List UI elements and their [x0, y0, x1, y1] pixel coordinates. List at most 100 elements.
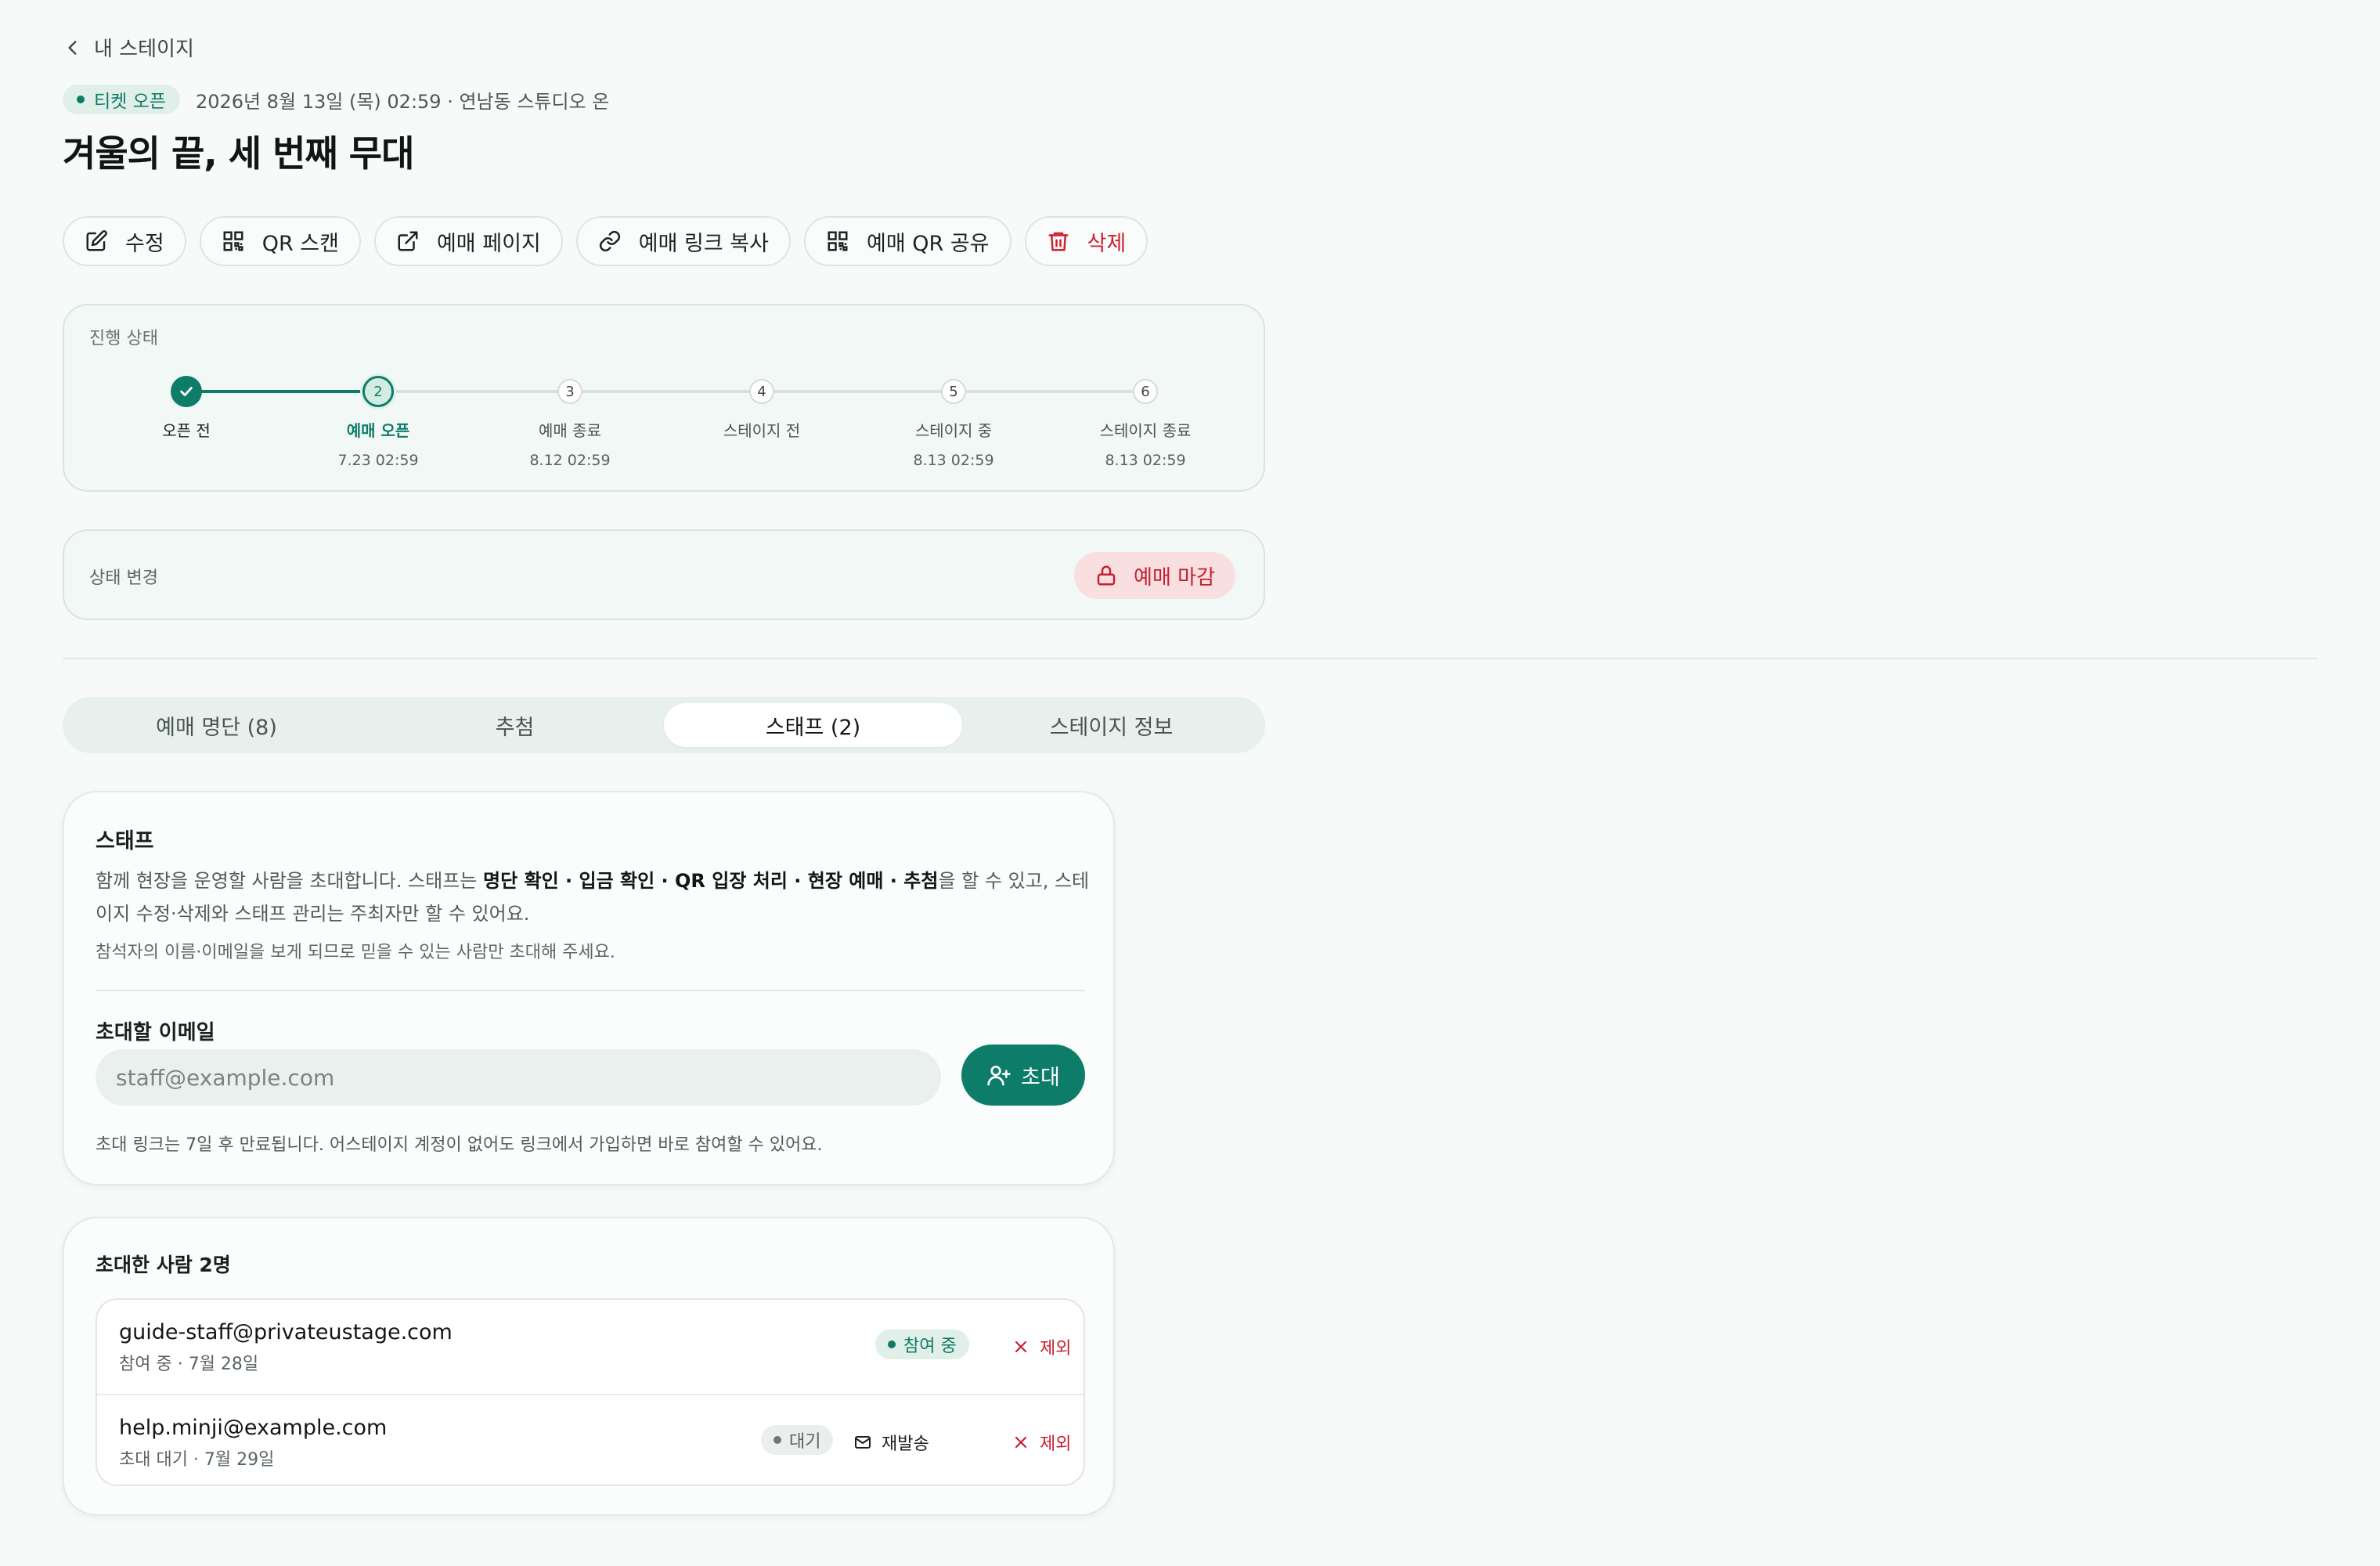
copy-link-button[interactable]: 예매 링크 복사: [575, 216, 791, 266]
step-name: 예매 종료: [539, 421, 601, 440]
tab-stage-info[interactable]: 스테이지 정보: [962, 703, 1260, 747]
share-qr-button-label: 예매 QR 공유: [866, 231, 990, 256]
progress-step: 오픈 전: [108, 376, 265, 441]
invitee-email: guide-staff@privateustage.com: [119, 1320, 453, 1344]
step-date: 8.13 02:59: [913, 452, 994, 469]
close-icon: [1015, 1436, 1027, 1449]
progress-label: 진행 상태: [89, 329, 158, 348]
tab-booking-list[interactable]: 예매 명단 (8): [67, 703, 366, 747]
check-icon: [171, 376, 202, 407]
status-badge: 참여 중: [875, 1330, 969, 1359]
tab-lottery[interactable]: 추첨: [366, 703, 664, 747]
progress-step: 5 스테이지 중 8.13 02:59: [875, 379, 1032, 469]
edit-button[interactable]: 수정: [63, 216, 186, 266]
action-toolbar: 수정 QR 스캔 예매 페이지 예매 링크 복사 예매 QR 공유 삭제: [63, 216, 1149, 266]
resend-button[interactable]: 재발송: [853, 1430, 929, 1455]
booking-page-button[interactable]: 예매 페이지: [373, 216, 563, 266]
invited-people-card: 초대한 사람 2명 guide-staff@privateustage.com …: [63, 1217, 1115, 1516]
list-item: guide-staff@privateustage.com 참여 중 · 7월 …: [97, 1300, 1084, 1392]
edit-button-label: 수정: [125, 231, 164, 256]
invited-list: guide-staff@privateustage.com 참여 중 · 7월 …: [96, 1298, 1085, 1486]
remove-button[interactable]: 제외: [1012, 1334, 1071, 1359]
status-dot: [888, 1340, 896, 1348]
qr-code-icon: [223, 231, 243, 251]
page-title: 겨울의 끝, 세 번째 무대: [63, 132, 414, 175]
delete-button[interactable]: 삭제: [1024, 216, 1149, 266]
step-name: 스테이지 전: [723, 421, 801, 440]
expire-note: 초대 링크는 7일 후 만료됩니다. 어스테이지 계정이 없어도 링크에서 가입…: [96, 1135, 823, 1155]
email-field[interactable]: [96, 1049, 941, 1106]
close-icon: [1015, 1340, 1027, 1353]
invited-count-title: 초대한 사람 2명: [96, 1254, 231, 1276]
remove-button[interactable]: 제외: [1012, 1430, 1071, 1455]
invitee-email: help.minji@example.com: [119, 1416, 388, 1440]
step-name: 오픈 전: [162, 421, 211, 440]
qr-code-icon: [828, 231, 848, 251]
copy-link-button-label: 예매 링크 복사: [638, 231, 769, 256]
back-link[interactable]: 내 스테이지: [63, 33, 194, 62]
status-badge: 대기: [761, 1425, 834, 1455]
list-item: help.minji@example.com 초대 대기 · 7월 29일 대기…: [97, 1394, 1084, 1485]
status-dot: [77, 96, 85, 103]
remove-button-label: 제외: [1040, 1339, 1072, 1359]
staff-permissions: 명단 확인 · 입금 확인 · QR 입장 처리 · 현장 예매 · 추첨: [483, 870, 939, 892]
staff-invite-card: 스태프 함께 현장을 운영할 사람을 초대합니다. 스태프는 명단 확인 · 입…: [63, 791, 1115, 1185]
booking-page-button-label: 예매 페이지: [436, 231, 541, 256]
status-badge-label: 참여 중: [903, 1337, 957, 1356]
remove-button-label: 제외: [1040, 1434, 1072, 1454]
back-link-label: 내 스테이지: [94, 38, 194, 61]
edit-icon: [86, 230, 107, 251]
progress-step: 4 스테이지 전: [683, 379, 840, 441]
step-date: 7.23 02:59: [337, 452, 419, 469]
status-badge: 티켓 오픈: [63, 85, 180, 114]
tab-staff[interactable]: 스태프 (2): [664, 703, 962, 747]
close-booking-button[interactable]: 예매 마감: [1074, 552, 1235, 599]
share-qr-button[interactable]: 예매 QR 공유: [803, 216, 1012, 266]
status-badge-label: 티켓 오픈: [94, 92, 166, 112]
step-number: 2: [362, 376, 394, 407]
status-change-label: 상태 변경: [89, 568, 158, 588]
step-number: 6: [1133, 379, 1158, 404]
card-divider: [96, 990, 1085, 991]
mail-icon: [855, 1436, 871, 1449]
invite-button-label: 초대: [1021, 1065, 1060, 1090]
progress-card: 진행 상태 오픈 전 2 예매 오픈 7.23 02:59 3 예매 종료 8.12 02:…: [63, 304, 1265, 492]
event-meta: 티켓 오픈 2026년 8월 13일 (목) 02:59 · 연남동 스튜디오 …: [63, 85, 609, 114]
status-badge-label: 대기: [789, 1432, 821, 1452]
chevron-left-icon: [68, 40, 77, 55]
invitee-status-date: 참여 중 · 7월 28일: [119, 1355, 259, 1374]
staff-section-title: 스태프: [96, 829, 154, 853]
lock-icon: [1097, 565, 1116, 586]
trash-icon: [1048, 232, 1069, 251]
resend-button-label: 재발송: [882, 1434, 929, 1454]
user-plus-icon: [987, 1066, 1011, 1086]
qr-scan-button[interactable]: QR 스캔: [199, 216, 361, 266]
step-name: 스테이지 중: [914, 421, 993, 440]
step-name: 스테이지 종료: [1099, 421, 1192, 440]
event-datetime-venue: 2026년 8월 13일 (목) 02:59 · 연남동 스튜디오 온: [195, 90, 610, 113]
step-number: 4: [749, 379, 774, 404]
step-date: 8.12 02:59: [529, 452, 611, 469]
step-name: 예매 오픈: [346, 421, 410, 440]
link-icon: [599, 230, 620, 252]
staff-description-prefix: 함께 현장을 운영할 사람을 초대합니다. 스태프는: [96, 870, 484, 892]
progress-step: 6 스테이지 종료 8.13 02:59: [1067, 379, 1224, 469]
staff-description: 함께 현장을 운영할 사람을 초대합니다. 스태프는 명단 확인 · 입금 확인…: [96, 864, 1090, 930]
invitee-status-date: 초대 대기 · 7월 29일: [119, 1450, 275, 1470]
invite-button[interactable]: 초대: [961, 1045, 1085, 1106]
progress-step: 3 예매 종료 8.12 02:59: [492, 379, 648, 469]
delete-button-label: 삭제: [1087, 231, 1127, 256]
close-booking-button-label: 예매 마감: [1134, 565, 1215, 590]
email-field-label: 초대할 이메일: [96, 1021, 215, 1045]
step-date: 8.13 02:59: [1105, 452, 1186, 469]
progress-step: 2 예매 오픈 7.23 02:59: [300, 376, 456, 469]
section-divider: [63, 658, 2317, 659]
step-number: 5: [941, 379, 966, 404]
step-number: 3: [557, 379, 582, 404]
status-dot: [774, 1436, 781, 1444]
privacy-note: 참석자의 이름·이메일을 보게 되므로 믿을 수 있는 사람만 초대해 주세요.: [96, 943, 615, 962]
tab-bar: 예매 명단 (8) 추첨 스태프 (2) 스테이지 정보: [63, 697, 1265, 753]
qr-scan-button-label: QR 스캔: [261, 231, 339, 256]
external-link-icon: [398, 231, 418, 251]
status-change-card: 상태 변경 예매 마감: [63, 529, 1265, 620]
